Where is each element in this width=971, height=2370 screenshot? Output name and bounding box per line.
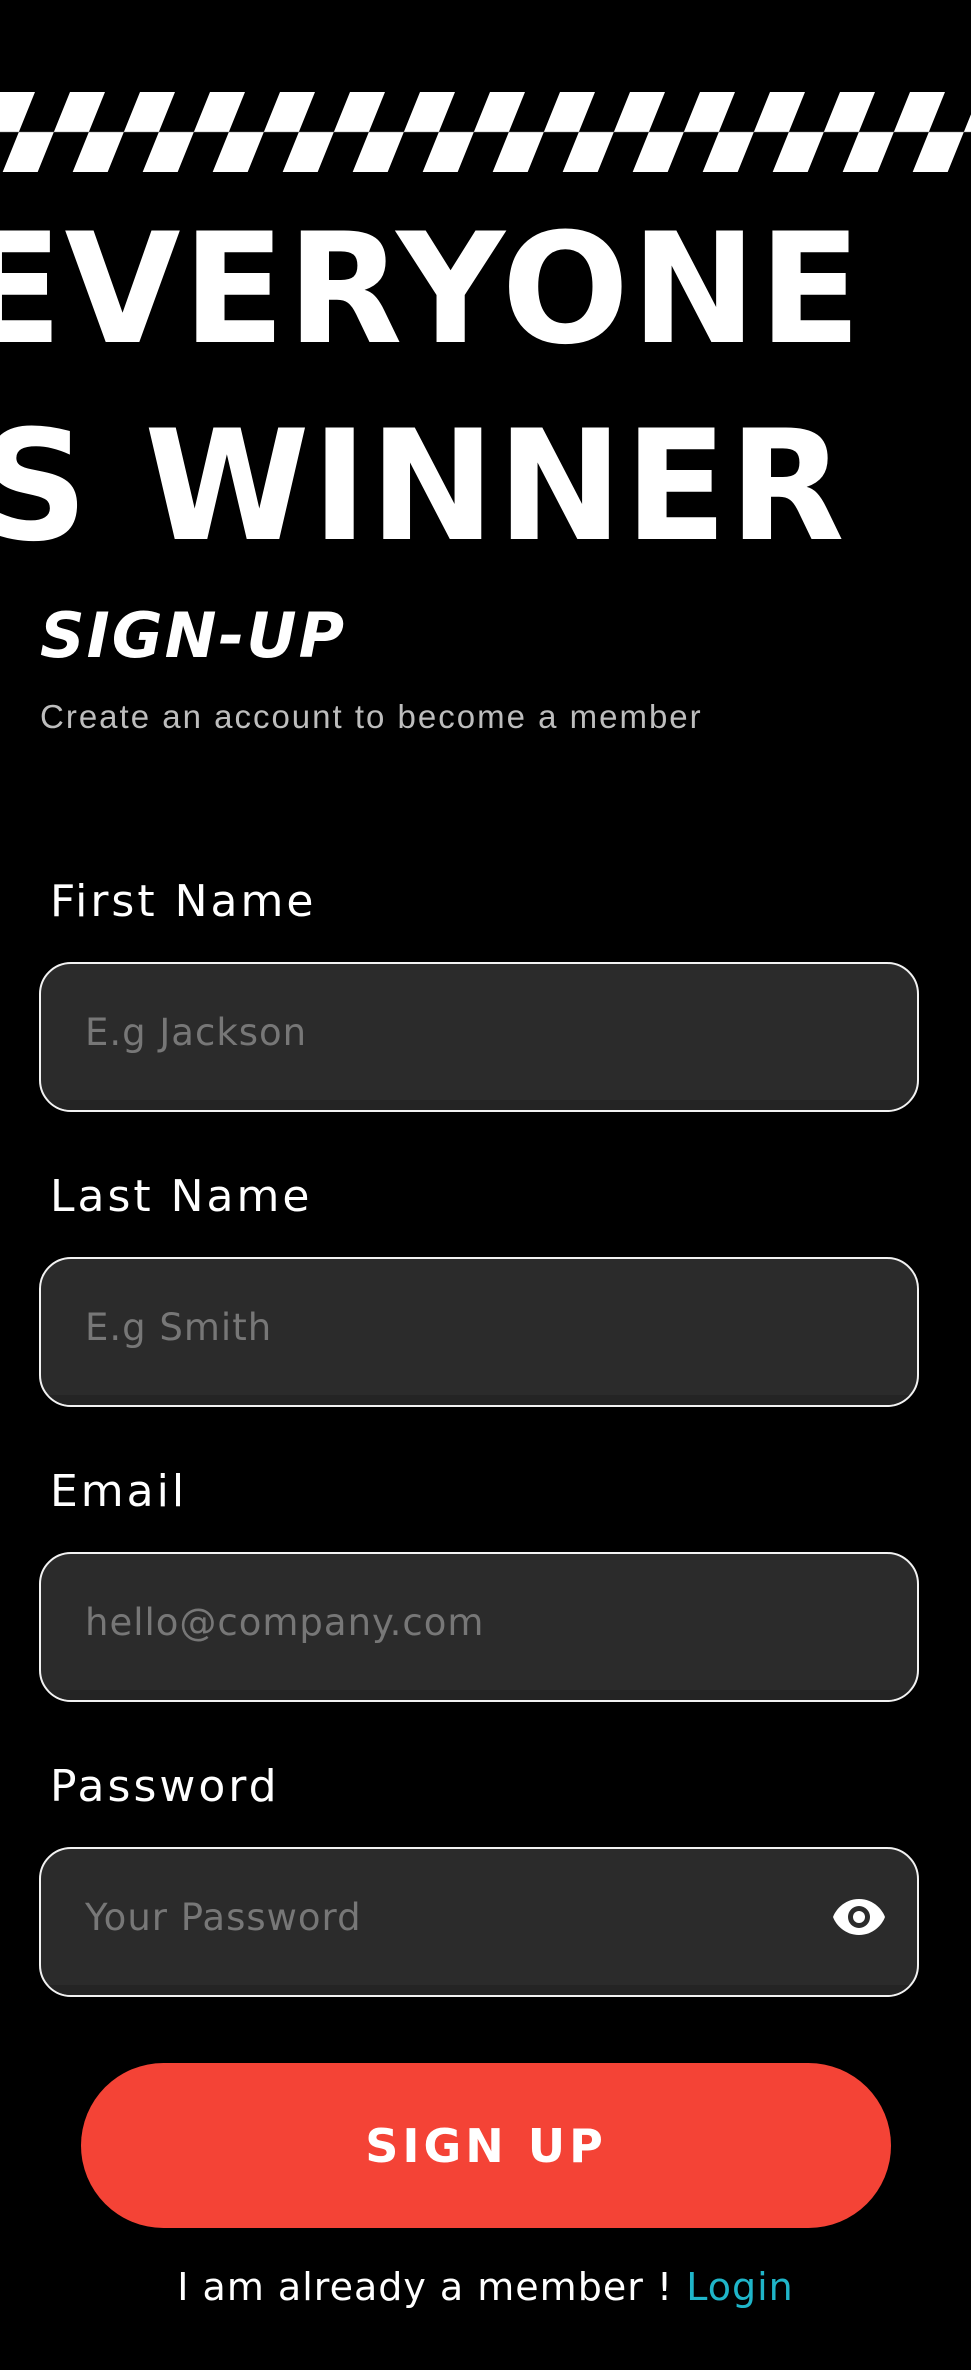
page-subtitle: Create an account to become a member [40, 698, 703, 735]
login-prompt-text: I am already a member ! [177, 2265, 687, 2309]
login-prompt: I am already a member ! Login [0, 2265, 971, 2311]
hero-banner: EVERYONE S WINNER [0, 0, 971, 570]
hero-text-line-1: EVERYONE [0, 201, 864, 379]
password-field[interactable] [39, 1847, 919, 1997]
hero-text-line-2: S WINNER [0, 398, 847, 570]
checkered-flag-pattern [0, 92, 971, 172]
email-input[interactable] [85, 1554, 825, 1690]
first-name-field[interactable] [39, 962, 919, 1112]
sign-up-button[interactable]: SIGN UP [81, 2063, 891, 2228]
password-label: Password [50, 1761, 280, 1812]
email-label: Email [50, 1466, 188, 1517]
last-name-input[interactable] [85, 1259, 825, 1395]
last-name-field[interactable] [39, 1257, 919, 1407]
password-input[interactable] [85, 1849, 825, 1985]
last-name-label: Last Name [50, 1171, 313, 1222]
eye-icon[interactable] [831, 1895, 887, 1939]
first-name-label: First Name [50, 876, 317, 927]
page-title: SIGN-UP [40, 599, 347, 672]
email-field[interactable] [39, 1552, 919, 1702]
login-link[interactable]: Login [686, 2265, 794, 2309]
first-name-input[interactable] [85, 964, 825, 1100]
